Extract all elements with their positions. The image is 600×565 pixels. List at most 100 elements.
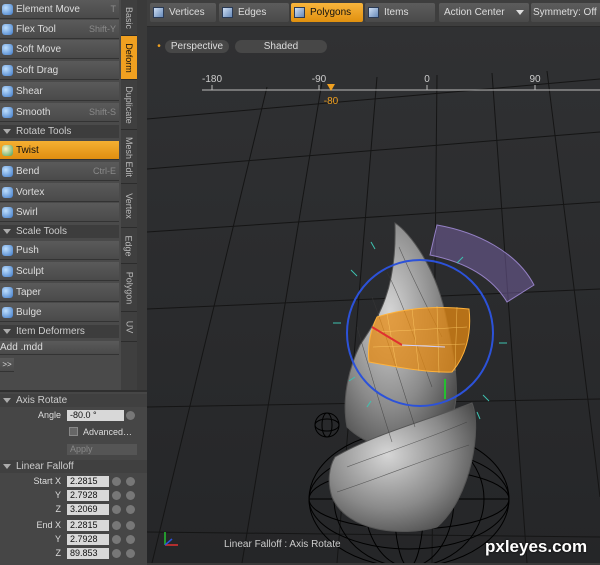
ruler-tick-label: -90 [312, 74, 327, 85]
symmetry-dropdown[interactable]: Symmetry: Off [531, 3, 600, 22]
start-y-field[interactable]: 2.7928 [67, 490, 109, 501]
tool-soft-drag[interactable]: Soft Drag [0, 61, 119, 80]
tab-polygon[interactable]: Polygon [121, 264, 137, 312]
axis-rotate-header[interactable]: Axis Rotate [0, 394, 147, 407]
tool-bulge[interactable]: Bulge [0, 303, 119, 322]
tab-vertex[interactable]: Vertex [121, 184, 137, 228]
twist-icon [2, 144, 13, 156]
reset-icon[interactable] [112, 535, 121, 544]
start-z-label: Z [55, 504, 62, 514]
spinner-icon[interactable] [126, 549, 135, 558]
spinner-icon[interactable] [126, 491, 135, 500]
view-mode-dropdown[interactable]: Perspective [165, 40, 229, 53]
reset-icon[interactable] [112, 491, 121, 500]
tab-basic[interactable]: Basic [121, 0, 137, 36]
element-move-icon [2, 3, 13, 15]
tool-vortex[interactable]: Vortex [0, 183, 119, 202]
shading-dropdown[interactable]: Shaded [235, 40, 327, 53]
item-deformers-header[interactable]: Item Deformers [0, 325, 119, 338]
reset-icon[interactable] [112, 521, 121, 530]
tab-duplicate[interactable]: Duplicate [121, 80, 137, 130]
action-center-dropdown[interactable]: Action Center [439, 3, 529, 22]
collapse-arrow-icon [3, 398, 11, 403]
vertices-mode-button[interactable]: Vertices [150, 3, 216, 22]
tool-bend[interactable]: Bend Ctrl-E [0, 162, 119, 181]
flex-tool-icon [2, 23, 13, 35]
tool-twist[interactable]: Twist [0, 141, 119, 160]
collapse-arrow-icon [3, 464, 11, 469]
reset-icon[interactable] [112, 477, 121, 486]
selected-polygons[interactable] [368, 306, 471, 373]
collapse-arrow-icon [3, 129, 11, 134]
spinner-icon[interactable] [126, 521, 135, 530]
start-x-field[interactable]: 2.2815 [67, 476, 109, 487]
viewport-canvas[interactable]: -180 -90 0 90 -80 [147, 27, 600, 563]
spinner-icon[interactable] [126, 477, 135, 486]
status-text: Linear Falloff : Axis Rotate [224, 539, 341, 550]
edges-mode-button[interactable]: Edges [219, 3, 289, 22]
expand-button[interactable]: >> [0, 358, 14, 372]
end-y-field[interactable]: 2.7928 [67, 534, 109, 545]
ruler-tick-label: 90 [529, 74, 541, 85]
tool-element-move[interactable]: Element Move T [0, 0, 119, 19]
soft-move-icon [2, 43, 13, 55]
spinner-icon[interactable] [126, 505, 135, 514]
angle-spinner-icon[interactable] [126, 411, 135, 420]
rotate-tools-header[interactable]: Rotate Tools [0, 125, 119, 138]
tool-sculpt[interactable]: Sculpt [0, 262, 119, 281]
items-mode-button[interactable]: Items [365, 3, 435, 22]
swirl-icon [2, 206, 13, 218]
tool-shear[interactable]: Shear [0, 82, 119, 101]
sculpt-icon [2, 265, 13, 277]
start-z-field[interactable]: 3.2069 [67, 504, 109, 515]
3d-viewport[interactable]: -180 -90 0 90 -80 • Perspective Shaded L… [147, 27, 600, 563]
items-cube-icon [368, 7, 379, 18]
tool-flex[interactable]: Flex Tool Shift-Y [0, 20, 119, 39]
spinner-icon[interactable] [126, 535, 135, 544]
bulge-icon [2, 306, 13, 318]
soft-drag-icon [2, 64, 13, 76]
smooth-icon [2, 106, 13, 118]
end-z-field[interactable]: 89.853 [67, 548, 109, 559]
tool-smooth[interactable]: Smooth Shift-S [0, 103, 119, 122]
angle-field[interactable]: -80.0 ° [67, 410, 124, 421]
polygons-mode-button[interactable]: Polygons [291, 3, 363, 22]
end-x-field[interactable]: 2.2815 [67, 520, 109, 531]
edges-cube-icon [222, 7, 233, 18]
apply-button[interactable]: Apply [67, 444, 137, 455]
taper-icon [2, 286, 13, 298]
selection-toolbar: Vertices Edges Polygons Items Action Cen… [147, 0, 600, 27]
reset-icon[interactable] [112, 549, 121, 558]
watermark: pxleyes.com [485, 537, 588, 556]
collapse-arrow-icon [3, 229, 11, 234]
tab-deform[interactable]: Deform [121, 36, 137, 80]
vertical-tab-bar: Basic Deform Duplicate Mesh Edit Vertex … [121, 0, 137, 390]
tool-taper[interactable]: Taper [0, 283, 119, 302]
tab-mesh-edit[interactable]: Mesh Edit [121, 130, 137, 184]
start-x-label: Start X [33, 476, 61, 486]
angle-label: Angle [37, 410, 61, 420]
scale-tools-header[interactable]: Scale Tools [0, 225, 119, 238]
advanced-checkbox[interactable] [69, 427, 78, 436]
vertices-cube-icon [153, 7, 164, 18]
vortex-icon [2, 186, 13, 198]
tool-swirl[interactable]: Swirl [0, 203, 119, 222]
ruler-tick-label: -180 [202, 74, 222, 85]
tool-push[interactable]: Push [0, 241, 119, 260]
start-y-label: Y [54, 490, 61, 500]
properties-panel: Axis Rotate Angle -80.0 ° Advanced… Appl… [0, 390, 147, 565]
viewport-options-icon[interactable]: • [155, 40, 163, 53]
reset-icon[interactable] [112, 505, 121, 514]
tab-uv[interactable]: UV [121, 312, 137, 342]
end-z-label: Z [55, 548, 62, 558]
tool-soft-move[interactable]: Soft Move [0, 40, 119, 59]
add-mdd-button[interactable]: Add .mdd [0, 341, 119, 355]
advanced-label: Advanced… [83, 427, 133, 437]
tool-panel: Element Move T Flex Tool Shift-Y Soft Move… [0, 0, 121, 390]
bend-icon [2, 165, 13, 177]
end-y-label: Y [54, 534, 61, 544]
collapse-arrow-icon [3, 329, 11, 334]
linear-falloff-header[interactable]: Linear Falloff [0, 460, 147, 473]
push-icon [2, 244, 13, 256]
tab-edge[interactable]: Edge [121, 228, 137, 264]
